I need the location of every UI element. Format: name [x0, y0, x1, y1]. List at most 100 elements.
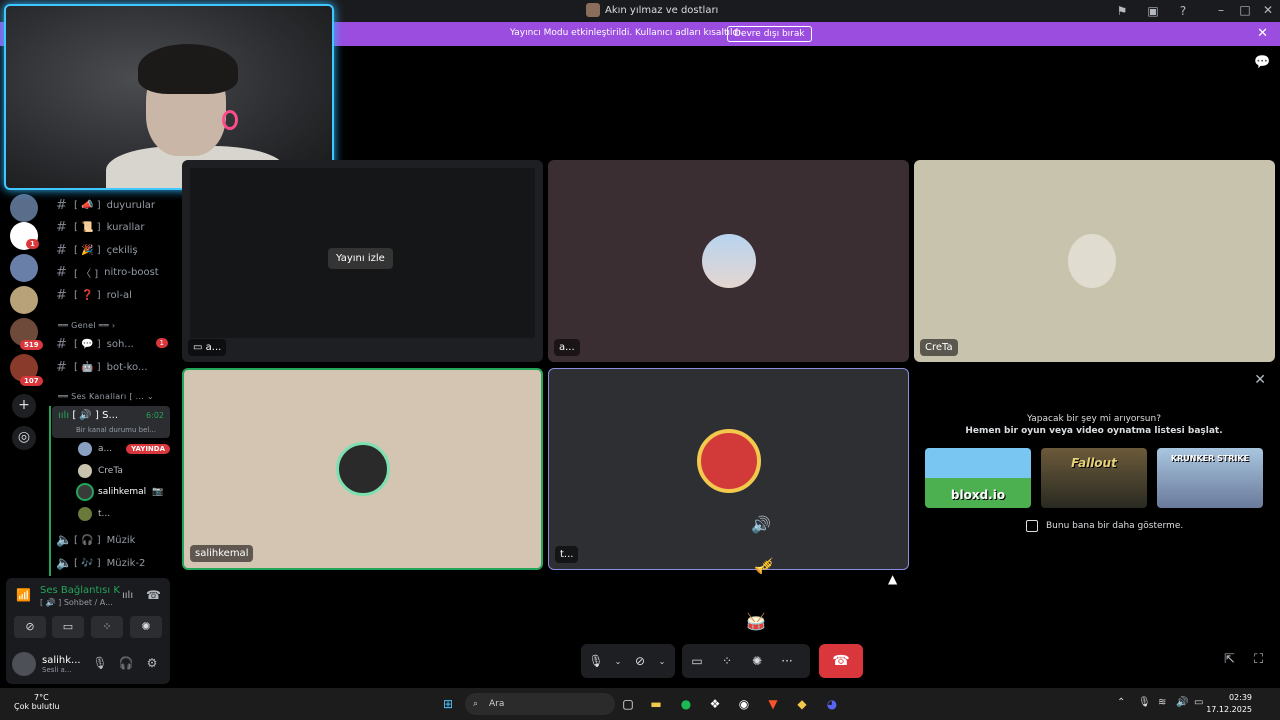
game-card-krunker[interactable]: KRUNKER STRIKE	[1157, 448, 1263, 508]
channel-sohbet[interactable]: # [ 💬 ] soh... 1	[56, 335, 174, 353]
connection-channel[interactable]: [ 🔊 ] Sohbet / A...	[40, 598, 113, 607]
category-general[interactable]: ══ Genel ══ ›	[58, 321, 115, 330]
speaker-icon: 🔈	[56, 555, 73, 571]
watch-stream-button[interactable]: Yayını izle	[328, 248, 393, 269]
channel-nitro-boost[interactable]: # [ 〈 ] nitro-boost	[56, 263, 174, 281]
soundboard-button[interactable]: ✺	[130, 616, 162, 638]
file-explorer-icon[interactable]: ▬	[646, 694, 666, 714]
discord-icon[interactable]: ◕	[822, 694, 842, 714]
soundboard-icon[interactable]: ✺	[742, 654, 772, 668]
hash-icon: #	[56, 264, 67, 280]
participant-tile[interactable]: a...	[548, 160, 909, 362]
brave-icon[interactable]: ▼	[763, 694, 783, 714]
channel-status[interactable]: Bir kanal durumu bel...	[76, 426, 156, 434]
close-icon[interactable]: ✕	[1257, 26, 1268, 41]
channel-rol-al[interactable]: # [ ❓ ] rol-al	[56, 286, 174, 304]
checkbox-label: Bunu bana bir daha gösterme.	[1046, 521, 1184, 531]
channel-muzik-2[interactable]: 🔈[ 🎶 ] Müzik-2	[56, 554, 174, 572]
mic-icon[interactable]: 🎙	[92, 656, 108, 672]
app-icon[interactable]: ◆	[792, 694, 812, 714]
weather-widget[interactable]: 7°C Çok bulutlu	[14, 693, 60, 711]
inbox-icon[interactable]: ⚑	[1114, 3, 1130, 19]
disable-streamer-mode-button[interactable]: Devre dışı bırak	[727, 26, 812, 42]
activities-icon[interactable]: ⁘	[712, 654, 742, 668]
participant-tile-speaking[interactable]: salihkemal	[182, 368, 543, 570]
spotify-icon[interactable]: ●	[676, 694, 696, 714]
headphones-icon[interactable]: 🎧	[118, 656, 134, 672]
server-icon[interactable]	[10, 194, 38, 222]
participant-name: t...	[555, 546, 579, 563]
screen-share-button[interactable]: ▭	[52, 616, 84, 638]
close-window-button[interactable]: ✕	[1260, 3, 1276, 17]
screen-icon[interactable]: ▣	[1145, 3, 1161, 19]
voice-member[interactable]: salihkemal 📷	[78, 483, 163, 501]
noise-suppression-icon[interactable]: ıılı	[122, 590, 133, 601]
game-card-fallout[interactable]: Fallout	[1041, 448, 1147, 508]
tray-expand-icon[interactable]: ⌃	[1117, 697, 1125, 708]
hash-icon: #	[56, 197, 67, 213]
mouse-cursor: ▲	[888, 572, 898, 586]
volume-icon[interactable]: 🔊	[1176, 697, 1188, 708]
channel-duyurular[interactable]: # [ 📣 ] duyurular	[56, 196, 174, 214]
fullscreen-icon[interactable]: ⛶	[1254, 652, 1263, 667]
task-view-icon[interactable]: ▢	[618, 694, 638, 714]
add-server-icon[interactable]: +	[12, 394, 36, 418]
server-icon[interactable]	[10, 254, 38, 282]
help-icon[interactable]: ?	[1175, 3, 1191, 19]
maximize-button[interactable]: □	[1237, 3, 1253, 17]
windows-start-icon[interactable]: ⊞	[438, 694, 458, 714]
game-name: bloxd.io	[950, 488, 1006, 502]
chevron-down-icon[interactable]: ⌄	[655, 657, 669, 666]
clock[interactable]: 02:39 17.12.2025	[1206, 692, 1252, 716]
popout-icon[interactable]: ⇱	[1224, 652, 1235, 667]
server-icon[interactable]	[10, 286, 38, 314]
checkbox[interactable]	[1026, 520, 1038, 532]
category-label: Ses Kanalları [ ...	[71, 392, 145, 401]
steam-icon[interactable]: ◉	[734, 694, 754, 714]
more-icon[interactable]: ···	[772, 654, 802, 668]
channel-bot-komut[interactable]: # [ 🤖 ] bot-ko...	[56, 358, 174, 376]
close-icon[interactable]: ✕	[1254, 372, 1266, 388]
search-box[interactable]: ⌕ Ara	[465, 693, 615, 715]
camera-toggle-button[interactable]: ⊘	[14, 616, 46, 638]
game-card-bloxd[interactable]: bloxd.io	[925, 448, 1031, 508]
channel-cekilis[interactable]: # [ 🎉 ] çekiliş	[56, 241, 174, 259]
stream-tile[interactable]: Yayını izle ▭ a...	[182, 160, 543, 362]
participant-tile[interactable]: CreTa	[914, 160, 1275, 362]
disconnect-icon[interactable]: ☎	[146, 588, 161, 602]
screen-share-icon[interactable]: ▭	[682, 654, 712, 668]
connection-state[interactable]: Ses Bağlantısı K	[40, 585, 120, 596]
avatar	[78, 507, 92, 521]
wifi-icon[interactable]: ≋	[1158, 697, 1166, 708]
chat-icon[interactable]: 💬	[1254, 55, 1270, 70]
voice-member[interactable]: a... YAYINDA	[78, 440, 171, 458]
voice-member[interactable]: CreTa	[78, 462, 123, 480]
app-icon[interactable]: ❖	[705, 694, 725, 714]
discover-icon[interactable]: ◎	[12, 426, 36, 450]
voice-member[interactable]: t...	[78, 505, 110, 523]
dont-show-again-checkbox[interactable]: Bunu bana bir daha gösterme.	[1026, 520, 1183, 532]
disconnect-button[interactable]: ☎	[819, 644, 863, 678]
channel-kurallar[interactable]: # [ 📜 ] kurallar	[56, 218, 174, 236]
activities-button[interactable]: ⁘	[91, 616, 123, 638]
voice-channel-active[interactable]: ıılı [ 🔊 ] S... 6:02 Bir kanal durumu be…	[52, 406, 170, 438]
battery-icon[interactable]: ▭	[1194, 697, 1203, 708]
speaking-icon: ıılı	[58, 410, 70, 421]
mic-icon[interactable]: 🎙	[581, 654, 611, 668]
camera-off-icon[interactable]: ⊘	[625, 654, 655, 668]
avatar	[702, 234, 756, 288]
category-voice[interactable]: ══ Ses Kanalları [ ... ⌄	[58, 392, 154, 401]
trumpet-emoji: 🎺	[754, 556, 774, 575]
voice-active-indicator	[49, 406, 51, 576]
gear-icon[interactable]: ⚙	[144, 656, 160, 672]
chevron-down-icon[interactable]: ⌄	[611, 657, 625, 666]
channel-muzik[interactable]: 🔈[ 🎧 ] Müzik	[56, 531, 174, 549]
participant-name: salihkemal	[190, 545, 254, 562]
member-name: salihkemal	[98, 487, 147, 497]
banner-message: Yayıncı Modu etkinleştirildi. Kullanıcı …	[510, 28, 744, 38]
minimize-button[interactable]: –	[1213, 3, 1229, 17]
participant-tile[interactable]: 🔊 t...	[548, 368, 909, 570]
user-panel[interactable]: salihk... Sesli a...	[12, 652, 81, 676]
category-label: Genel	[71, 321, 96, 330]
mention-badge: 1	[26, 239, 39, 249]
